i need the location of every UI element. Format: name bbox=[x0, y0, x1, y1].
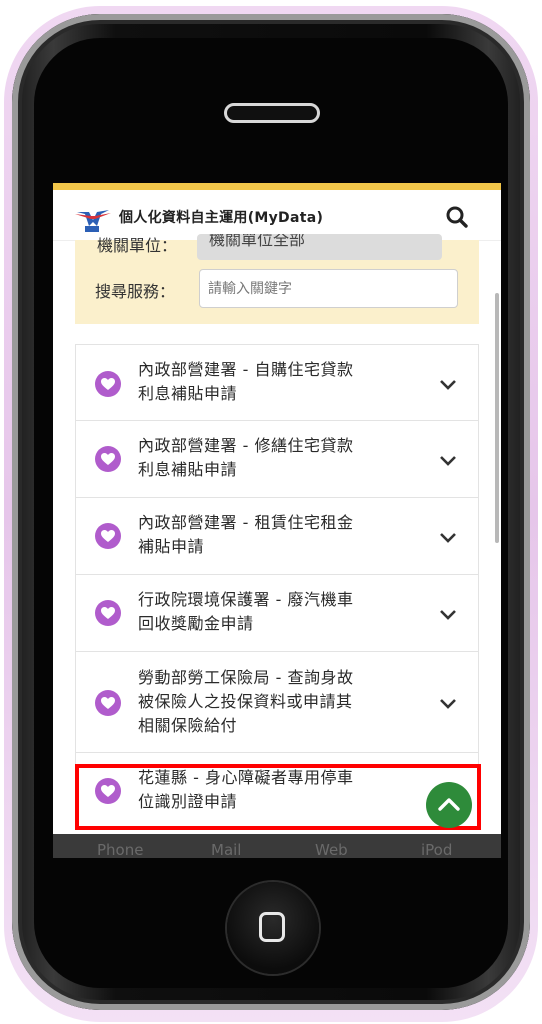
dock-bar: Phone Mail Web iPod bbox=[53, 834, 501, 858]
chevron-down-icon[interactable] bbox=[439, 455, 457, 467]
search-label: 搜尋服務： bbox=[95, 282, 176, 301]
search-icon[interactable] bbox=[445, 205, 469, 229]
scrollbar[interactable] bbox=[495, 293, 499, 543]
service-list: 內政部營建署 - 自購住宅貸款 利息補貼申請 內政部營建署 - 修繕住宅貸款 利… bbox=[75, 344, 479, 830]
chevron-down-icon[interactable] bbox=[439, 532, 457, 544]
agency-label: 機關單位： bbox=[97, 236, 178, 255]
app-screen: 個人化資料自主運用(MyData) 機關單位： 機關單位全部 搜尋服務： 內政部… bbox=[53, 183, 501, 850]
heart-hands-icon bbox=[95, 371, 121, 397]
chevron-up-icon bbox=[438, 798, 460, 811]
heart-hands-icon bbox=[95, 446, 121, 472]
service-title-line: 內政部營建署 - 自購住宅貸款 bbox=[138, 360, 354, 379]
agency-select-value: 機關單位全部 bbox=[209, 234, 306, 249]
service-title-line: 回收獎勵金申請 bbox=[138, 614, 254, 633]
service-title-line: 相關保險給付 bbox=[138, 716, 238, 735]
dock-label-phone[interactable]: Phone bbox=[97, 843, 143, 858]
service-title-line: 利息補貼申請 bbox=[138, 384, 238, 403]
highlight-box bbox=[75, 764, 481, 830]
back-to-top-button[interactable] bbox=[426, 782, 472, 828]
list-item[interactable]: 行政院環境保護署 - 廢汽機車 回收獎勵金申請 bbox=[75, 574, 479, 652]
app-title: 個人化資料自主運用(MyData) bbox=[119, 210, 324, 226]
service-title-line: 勞動部勞工保險局 - 查詢身故 bbox=[138, 668, 354, 687]
list-item[interactable]: 勞動部勞工保險局 - 查詢身故 被保險人之投保資料或申請其 相關保險給付 bbox=[75, 651, 479, 753]
chevron-down-icon[interactable] bbox=[439, 698, 457, 710]
chevron-down-icon[interactable] bbox=[439, 609, 457, 621]
service-title-line: 行政院環境保護署 - 廢汽機車 bbox=[138, 590, 354, 609]
service-title-line: 內政部營建署 - 修繕住宅貸款 bbox=[138, 436, 354, 455]
top-accent-bar bbox=[53, 183, 501, 190]
service-title-line: 補貼申請 bbox=[138, 537, 205, 556]
list-item[interactable]: 內政部營建署 - 租賃住宅租金 補貼申請 bbox=[75, 497, 479, 575]
speaker-grille bbox=[224, 103, 320, 123]
heart-hands-icon bbox=[95, 690, 121, 716]
agency-select[interactable]: 機關單位全部 bbox=[197, 234, 442, 260]
list-item[interactable]: 內政部營建署 - 修繕住宅貸款 利息補貼申請 bbox=[75, 420, 479, 498]
dock-label-ipod[interactable]: iPod bbox=[421, 843, 452, 858]
service-title-line: 利息補貼申請 bbox=[138, 460, 238, 479]
chevron-down-icon[interactable] bbox=[439, 379, 457, 391]
service-title-line: 被保險人之投保資料或申請其 bbox=[138, 692, 353, 711]
home-square-icon bbox=[259, 912, 285, 942]
dock-label-mail[interactable]: Mail bbox=[211, 843, 241, 858]
heart-hands-icon bbox=[95, 523, 121, 549]
list-item[interactable]: 內政部營建署 - 自購住宅貸款 利息補貼申請 bbox=[75, 344, 479, 421]
service-title-line: 內政部營建署 - 租賃住宅租金 bbox=[138, 513, 354, 532]
dock-label-web[interactable]: Web bbox=[315, 843, 348, 858]
heart-hands-icon bbox=[95, 600, 121, 626]
filter-panel: 機關單位： 機關單位全部 搜尋服務： bbox=[75, 234, 479, 324]
search-input[interactable] bbox=[199, 269, 458, 308]
mydata-logo-icon bbox=[75, 210, 111, 232]
